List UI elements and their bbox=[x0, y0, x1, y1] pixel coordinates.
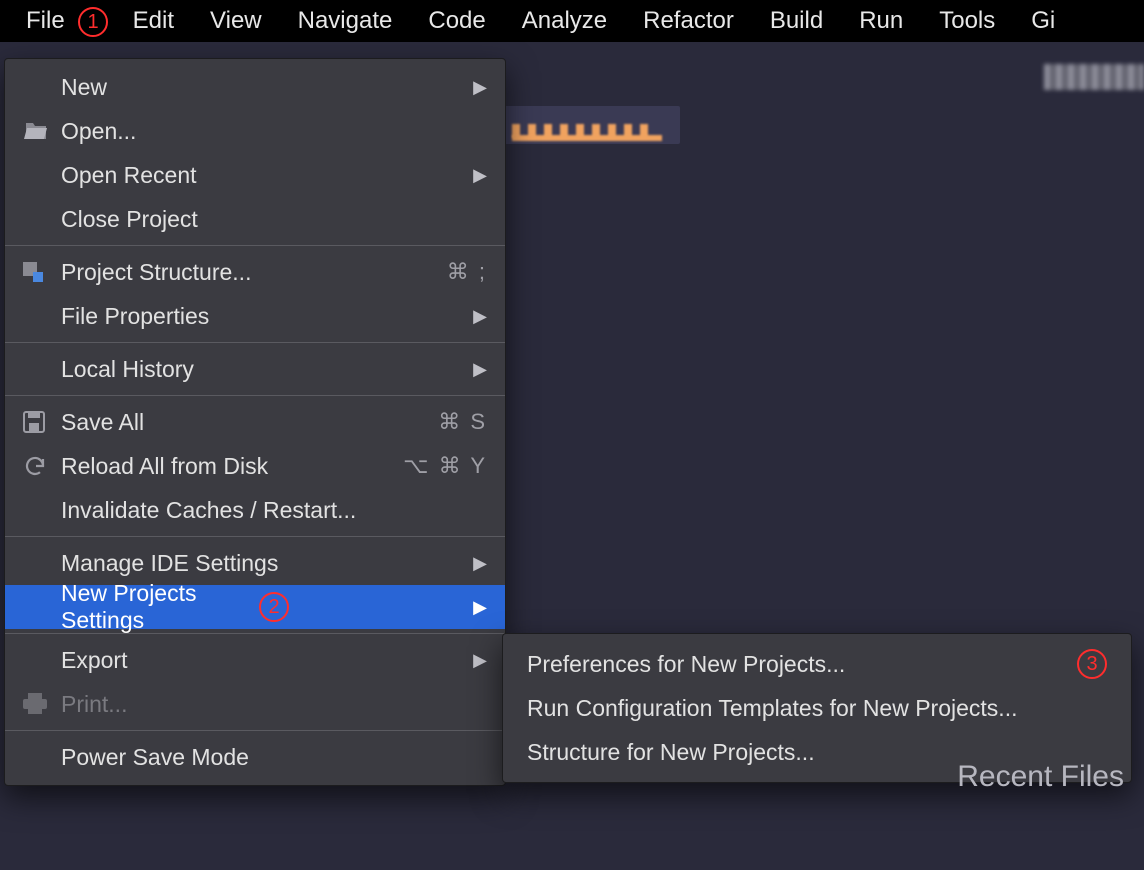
chevron-right-icon: ▶ bbox=[473, 359, 487, 380]
menubar-run[interactable]: Run bbox=[841, 1, 921, 41]
submenu-preferences-label: Preferences for New Projects... bbox=[527, 651, 1065, 678]
menu-divider bbox=[5, 536, 505, 537]
menu-new-projects-settings[interactable]: New Projects Settings 2 ▶ bbox=[5, 585, 505, 629]
workspace: New ▶ Open... Open Recent ▶ Close Projec… bbox=[0, 42, 1144, 870]
menu-divider bbox=[5, 342, 505, 343]
menu-export[interactable]: Export ▶ bbox=[5, 638, 505, 682]
menu-divider bbox=[5, 730, 505, 731]
save-icon bbox=[23, 411, 61, 433]
menu-open-recent[interactable]: Open Recent ▶ bbox=[5, 153, 505, 197]
menu-manage-ide-settings[interactable]: Manage IDE Settings ▶ bbox=[5, 541, 505, 585]
menubar-navigate[interactable]: Navigate bbox=[280, 1, 411, 41]
menu-new-label: New bbox=[61, 74, 473, 101]
menubar-view[interactable]: View bbox=[192, 1, 280, 41]
menu-open-recent-label: Open Recent bbox=[61, 162, 473, 189]
menubar-file[interactable]: File 1 bbox=[8, 1, 115, 41]
menubar-edit[interactable]: Edit bbox=[115, 1, 192, 41]
submenu-run-config[interactable]: Run Configuration Templates for New Proj… bbox=[503, 686, 1131, 730]
menu-local-history-label: Local History bbox=[61, 356, 473, 383]
menu-open[interactable]: Open... bbox=[5, 109, 505, 153]
menu-open-label: Open... bbox=[61, 118, 487, 145]
menu-new-projects-settings-label: New Projects Settings bbox=[61, 580, 245, 634]
blurred-ruler-region bbox=[500, 106, 680, 144]
menu-file-properties[interactable]: File Properties ▶ bbox=[5, 294, 505, 338]
project-structure-icon bbox=[23, 262, 61, 282]
menu-save-all[interactable]: Save All ⌘ S bbox=[5, 400, 505, 444]
menubar-code[interactable]: Code bbox=[410, 1, 503, 41]
menubar-git[interactable]: Gi bbox=[1013, 1, 1055, 41]
annotation-1: 1 bbox=[78, 7, 108, 37]
menu-reload-all-label: Reload All from Disk bbox=[61, 453, 403, 480]
chevron-right-icon: ▶ bbox=[473, 165, 487, 186]
menu-save-all-label: Save All bbox=[61, 409, 438, 436]
shortcut-reload-all: ⌥ ⌘ Y bbox=[403, 453, 487, 479]
menu-power-save-mode[interactable]: Power Save Mode bbox=[5, 735, 505, 779]
menu-export-label: Export bbox=[61, 647, 473, 674]
annotation-2: 2 bbox=[259, 592, 289, 622]
menu-project-structure-label: Project Structure... bbox=[61, 259, 447, 286]
menu-new[interactable]: New ▶ bbox=[5, 65, 505, 109]
menu-local-history[interactable]: Local History ▶ bbox=[5, 347, 505, 391]
menubar-refactor[interactable]: Refactor bbox=[625, 1, 752, 41]
menubar-build[interactable]: Build bbox=[752, 1, 841, 41]
chevron-right-icon: ▶ bbox=[473, 306, 487, 327]
menu-project-structure[interactable]: Project Structure... ⌘ ; bbox=[5, 250, 505, 294]
shortcut-save-all: ⌘ S bbox=[438, 409, 487, 435]
file-menu: New ▶ Open... Open Recent ▶ Close Projec… bbox=[4, 58, 506, 786]
print-icon bbox=[23, 693, 61, 715]
annotation-3: 3 bbox=[1077, 649, 1107, 679]
menu-print-label: Print... bbox=[61, 691, 487, 718]
menu-invalidate-label: Invalidate Caches / Restart... bbox=[61, 497, 487, 524]
chevron-right-icon: ▶ bbox=[473, 597, 487, 618]
menu-close-project-label: Close Project bbox=[61, 206, 487, 233]
shortcut-project-structure: ⌘ ; bbox=[447, 259, 487, 285]
chevron-right-icon: ▶ bbox=[473, 650, 487, 671]
menu-reload-all[interactable]: Reload All from Disk ⌥ ⌘ Y bbox=[5, 444, 505, 488]
reload-icon bbox=[23, 454, 61, 478]
submenu-run-config-label: Run Configuration Templates for New Proj… bbox=[527, 695, 1107, 722]
right-panel: Recent Files bbox=[957, 760, 1124, 840]
menu-power-save-label: Power Save Mode bbox=[61, 744, 487, 771]
menu-divider bbox=[5, 245, 505, 246]
menubar-file-label: File bbox=[26, 7, 65, 34]
blurred-region-top-right bbox=[1044, 64, 1144, 90]
submenu-preferences[interactable]: Preferences for New Projects... 3 bbox=[503, 642, 1131, 686]
recent-files-heading: Recent Files bbox=[957, 760, 1124, 794]
menu-close-project[interactable]: Close Project bbox=[5, 197, 505, 241]
menu-invalidate-caches[interactable]: Invalidate Caches / Restart... bbox=[5, 488, 505, 532]
menu-print: Print... bbox=[5, 682, 505, 726]
menubar: File 1 Edit View Navigate Code Analyze R… bbox=[0, 0, 1144, 42]
chevron-right-icon: ▶ bbox=[473, 77, 487, 98]
menubar-analyze[interactable]: Analyze bbox=[504, 1, 625, 41]
folder-open-icon bbox=[23, 121, 61, 141]
menu-manage-ide-label: Manage IDE Settings bbox=[61, 550, 473, 577]
menu-divider bbox=[5, 395, 505, 396]
menu-file-properties-label: File Properties bbox=[61, 303, 473, 330]
menubar-tools[interactable]: Tools bbox=[921, 1, 1013, 41]
chevron-right-icon: ▶ bbox=[473, 553, 487, 574]
